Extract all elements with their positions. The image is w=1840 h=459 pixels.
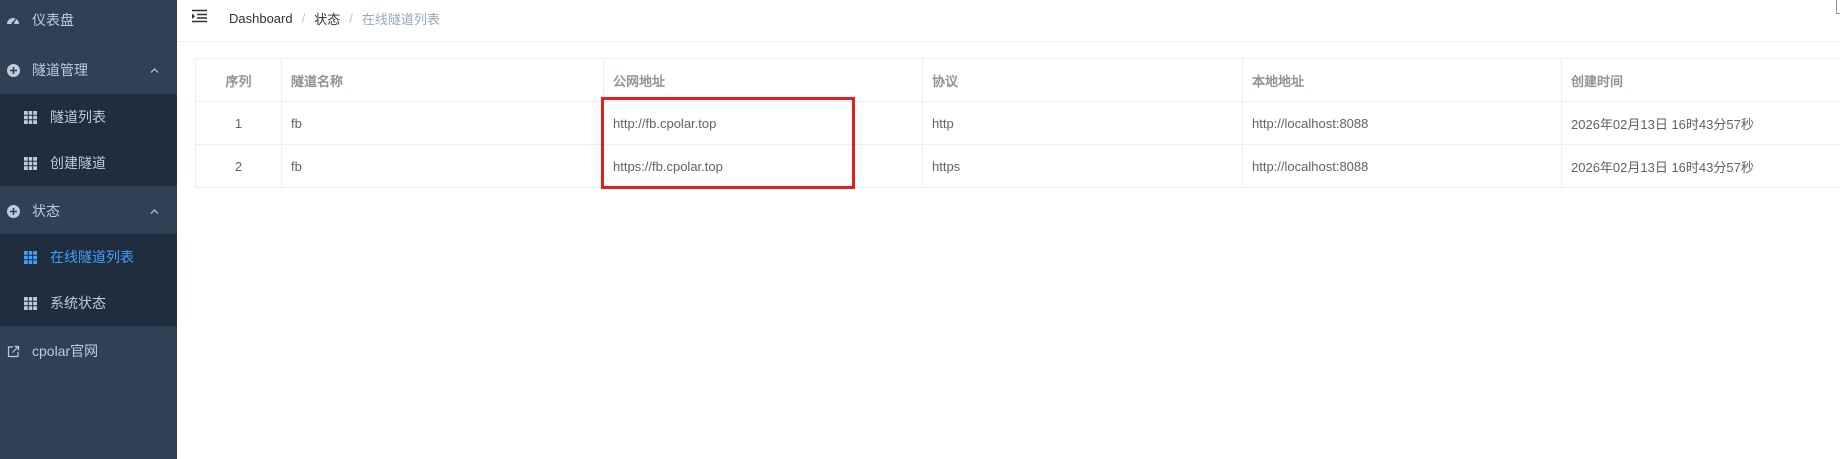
column-header-protocol: 协议 bbox=[922, 58, 1243, 102]
sidebar-item-label: 创建隧道 bbox=[50, 155, 106, 171]
dashboard-icon bbox=[6, 13, 20, 27]
fullscreen-icon[interactable] bbox=[1836, 0, 1840, 14]
cell-index: 1 bbox=[195, 101, 282, 145]
breadcrumb-item-current: 在线隧道列表 bbox=[361, 12, 440, 27]
sidebar-item-online-tunnels[interactable]: 在线隧道列表 bbox=[0, 234, 177, 280]
grid-icon bbox=[24, 156, 37, 170]
sidebar-item-label: cpolar官网 bbox=[32, 343, 99, 359]
breadcrumb-separator: / bbox=[301, 11, 306, 26]
sidebar-item-system-status[interactable]: 系统状态 bbox=[0, 280, 177, 326]
breadcrumb: Dashboard / 状态 / 在线隧道列表 bbox=[229, 9, 440, 28]
column-header-public-url: 公网地址 bbox=[603, 58, 923, 102]
cell-created-time: 2026年02月13日 16时43分57秒 bbox=[1561, 101, 1840, 145]
column-header-name: 隧道名称 bbox=[281, 58, 604, 102]
submenu-tunnel-management: 隧道列表 创建隧道 bbox=[0, 94, 177, 186]
grid-icon bbox=[24, 296, 37, 310]
table-header-row: 序列 隧道名称 公网地址 协议 本地地址 创建时间 bbox=[195, 58, 1840, 102]
cell-name: fb bbox=[281, 101, 604, 145]
grid-icon bbox=[24, 110, 37, 124]
sidebar-item-cpolar-site[interactable]: cpolar官网 bbox=[0, 331, 177, 371]
submenu-status: 在线隧道列表 系统状态 bbox=[0, 234, 177, 326]
column-header-index: 序列 bbox=[195, 58, 282, 102]
cell-local-address: http://localhost:8088 bbox=[1242, 101, 1562, 145]
sidebar-item-label: 仪表盘 bbox=[32, 12, 74, 28]
sidebar-item-tunnel-management[interactable]: 隧道管理 bbox=[0, 50, 177, 90]
table-row: 1 fb http://fb.cpolar.top http http://lo… bbox=[195, 101, 1840, 145]
sidebar: 仪表盘 隧道管理 隧道列表 创建隧道 状态 在线隧道列表 系统状态 cpolar… bbox=[0, 0, 177, 459]
sidebar-item-label: 状态 bbox=[32, 203, 60, 219]
hamburger-icon[interactable] bbox=[192, 9, 208, 23]
tunnel-table: 序列 隧道名称 公网地址 协议 本地地址 创建时间 1 fb http://fb… bbox=[195, 58, 1840, 188]
cell-index: 2 bbox=[195, 144, 282, 188]
circle-plus-icon bbox=[6, 63, 20, 77]
breadcrumb-item-status[interactable]: 状态 bbox=[314, 9, 340, 28]
breadcrumb-item-dashboard[interactable]: Dashboard bbox=[229, 11, 293, 26]
sidebar-item-tunnel-list[interactable]: 隧道列表 bbox=[0, 94, 177, 140]
cell-created-time: 2026年02月13日 16时43分57秒 bbox=[1561, 144, 1840, 188]
cell-name: fb bbox=[281, 144, 604, 188]
sidebar-item-label: 系统状态 bbox=[50, 295, 106, 311]
sidebar-item-status[interactable]: 状态 bbox=[0, 191, 177, 231]
breadcrumb-separator: / bbox=[349, 11, 353, 26]
chevron-up-icon bbox=[150, 208, 159, 214]
sidebar-item-label: 在线隧道列表 bbox=[50, 249, 134, 265]
sidebar-item-label: 隧道管理 bbox=[32, 62, 88, 78]
highlight-annotation-box bbox=[601, 97, 855, 189]
table-row: 2 fb https://fb.cpolar.top https http://… bbox=[195, 144, 1840, 188]
circle-plus-icon bbox=[6, 204, 20, 218]
cell-protocol: https bbox=[922, 144, 1243, 188]
grid-icon bbox=[24, 250, 37, 264]
chevron-up-icon bbox=[150, 67, 159, 73]
sidebar-item-create-tunnel[interactable]: 创建隧道 bbox=[0, 140, 177, 186]
column-header-created-time: 创建时间 bbox=[1561, 58, 1840, 102]
cell-protocol: http bbox=[922, 101, 1243, 145]
column-header-local-address: 本地地址 bbox=[1242, 58, 1562, 102]
cell-local-address: http://localhost:8088 bbox=[1242, 144, 1562, 188]
sidebar-item-label: 隧道列表 bbox=[50, 109, 106, 125]
sidebar-item-dashboard[interactable]: 仪表盘 bbox=[0, 0, 177, 40]
external-link-icon bbox=[6, 344, 20, 358]
navbar: Dashboard / 状态 / 在线隧道列表 bbox=[177, 0, 1840, 42]
